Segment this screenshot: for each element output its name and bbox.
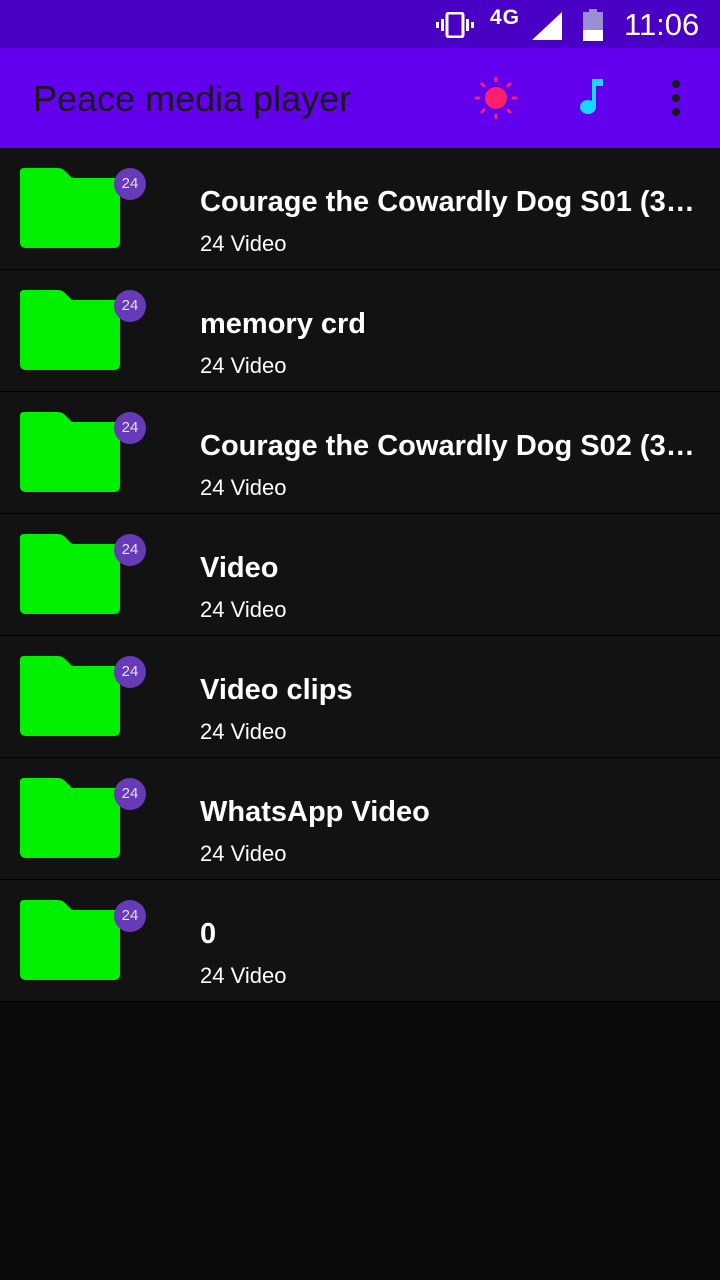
- folder-icon: [20, 412, 120, 492]
- app-bar: Peace media player: [0, 48, 720, 148]
- folder-item[interactable]: 24 Courage the Cowardly Dog S01 (360p) 2…: [0, 148, 720, 270]
- video-count-badge: 24: [114, 534, 146, 566]
- folder-icon: [20, 168, 120, 248]
- folder-icon: [20, 900, 120, 980]
- folder-icon: [20, 290, 120, 370]
- more-options-button[interactable]: [654, 76, 698, 120]
- folder-item[interactable]: 24 0 24 Video: [0, 880, 720, 1002]
- folder-item[interactable]: 24 Video 24 Video: [0, 514, 720, 636]
- folder-video-count: 24 Video: [200, 963, 287, 988]
- battery-icon: [583, 9, 603, 41]
- theme-toggle-button[interactable]: [474, 76, 518, 120]
- folder-item[interactable]: 24 Courage the Cowardly Dog S02 (360p) 2…: [0, 392, 720, 514]
- folder-video-count: 24 Video: [200, 231, 287, 256]
- clock: 11:06: [624, 7, 700, 42]
- folder-name: Video: [200, 552, 279, 584]
- app-title: Peace media player: [33, 78, 352, 119]
- folder-icon: [20, 534, 120, 614]
- music-button[interactable]: [570, 76, 614, 120]
- folder-video-count: 24 Video: [200, 597, 287, 622]
- folder-name: WhatsApp Video: [200, 796, 430, 828]
- folder-icon: [20, 656, 120, 736]
- video-count-badge: 24: [114, 900, 146, 932]
- music-note-icon: [580, 79, 603, 114]
- folder-list: 24 Courage the Cowardly Dog S01 (360p) 2…: [0, 148, 720, 1002]
- network-type-label: 4G: [490, 6, 521, 29]
- vibrate-icon: [436, 12, 474, 38]
- video-count-badge: 24: [114, 778, 146, 810]
- folder-item[interactable]: 24 memory crd 24 Video: [0, 270, 720, 392]
- folder-video-count: 24 Video: [200, 475, 287, 500]
- signal-icon: [532, 12, 562, 40]
- folder-video-count: 24 Video: [200, 841, 287, 866]
- folder-icon: [20, 778, 120, 858]
- folder-name: 0: [200, 918, 217, 950]
- video-count-badge: 24: [114, 412, 146, 444]
- folder-video-count: 24 Video: [200, 719, 287, 744]
- folder-video-count: 24 Video: [200, 353, 287, 378]
- folder-name: memory crd: [200, 308, 367, 340]
- folder-name: Video clips: [200, 674, 353, 706]
- video-count-badge: 24: [114, 290, 146, 322]
- folder-item[interactable]: 24 Video clips 24 Video: [0, 636, 720, 758]
- folder-item[interactable]: 24 WhatsApp Video 24 Video: [0, 758, 720, 880]
- status-bar: 4G 11:06: [0, 0, 720, 48]
- video-count-badge: 24: [114, 168, 146, 200]
- folder-name: Courage the Cowardly Dog S01 (360p): [200, 186, 700, 218]
- sun-icon: [474, 76, 518, 120]
- folder-name: Courage the Cowardly Dog S02 (360p): [200, 430, 700, 462]
- more-vert-icon: [672, 80, 680, 116]
- video-count-badge: 24: [114, 656, 146, 688]
